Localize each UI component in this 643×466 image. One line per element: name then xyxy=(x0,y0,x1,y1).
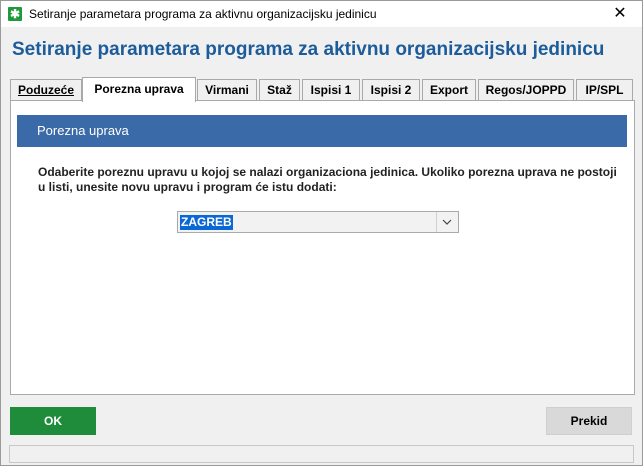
status-bar xyxy=(9,445,634,463)
cancel-button[interactable]: Prekid xyxy=(546,407,632,435)
ok-button[interactable]: OK xyxy=(10,407,96,435)
tab-ip-spl[interactable]: IP/SPL xyxy=(576,79,633,100)
tab-label: Porezna uprava xyxy=(94,82,184,96)
section-header: Porezna uprava xyxy=(17,115,627,147)
tab-porezna-uprava[interactable]: Porezna uprava xyxy=(82,77,196,102)
instructions-text: Odaberite poreznu upravu u kojoj se nala… xyxy=(38,165,618,195)
tab-label: IP/SPL xyxy=(585,83,624,97)
tab-label: Export xyxy=(429,83,468,97)
dialog-window: ✱ Setiranje parametara programa za aktiv… xyxy=(0,0,643,466)
tab-export[interactable]: Export xyxy=(422,79,476,100)
tax-office-combobox[interactable]: ZAGREB xyxy=(177,211,459,233)
combo-selected-value: ZAGREB xyxy=(180,215,233,230)
chevron-down-icon xyxy=(442,219,452,225)
tab-label: Staž xyxy=(267,83,292,97)
app-icon: ✱ xyxy=(8,7,22,21)
tab-label: Regos/JOPPD xyxy=(485,83,567,97)
window-title: Setiranje parametara programa za aktivnu… xyxy=(29,7,377,21)
tab-virmani[interactable]: Virmani xyxy=(197,79,257,100)
tab-label: Ispisi 1 xyxy=(310,83,352,97)
tab-staz[interactable]: Staž xyxy=(259,79,300,100)
combo-dropdown-button[interactable] xyxy=(436,212,458,232)
instructions-line-1: Odaberite poreznu upravu u kojoj se nala… xyxy=(38,165,617,179)
tab-ispisi-1[interactable]: Ispisi 1 xyxy=(302,79,360,100)
title-bar[interactable]: ✱ Setiranje parametara programa za aktiv… xyxy=(1,1,642,27)
tab-ispisi-2[interactable]: Ispisi 2 xyxy=(362,79,420,100)
close-button[interactable]: ✕ xyxy=(598,1,642,27)
instructions-line-2: u listi, unesite novu upravu i program ć… xyxy=(38,180,337,194)
tab-label: Ispisi 2 xyxy=(370,83,412,97)
tab-poduzece[interactable]: Poduzeće xyxy=(10,79,82,100)
tab-label: Poduzeće xyxy=(17,83,74,97)
tab-strip: Poduzeće Porezna uprava Virmani Staž Isp… xyxy=(10,77,635,102)
page-title: Setiranje parametara programa za aktivnu… xyxy=(12,39,605,60)
tab-panel: Porezna uprava Odaberite poreznu upravu … xyxy=(10,100,635,395)
tab-label: Virmani xyxy=(205,83,249,97)
tab-regos-joppd[interactable]: Regos/JOPPD xyxy=(478,79,574,100)
